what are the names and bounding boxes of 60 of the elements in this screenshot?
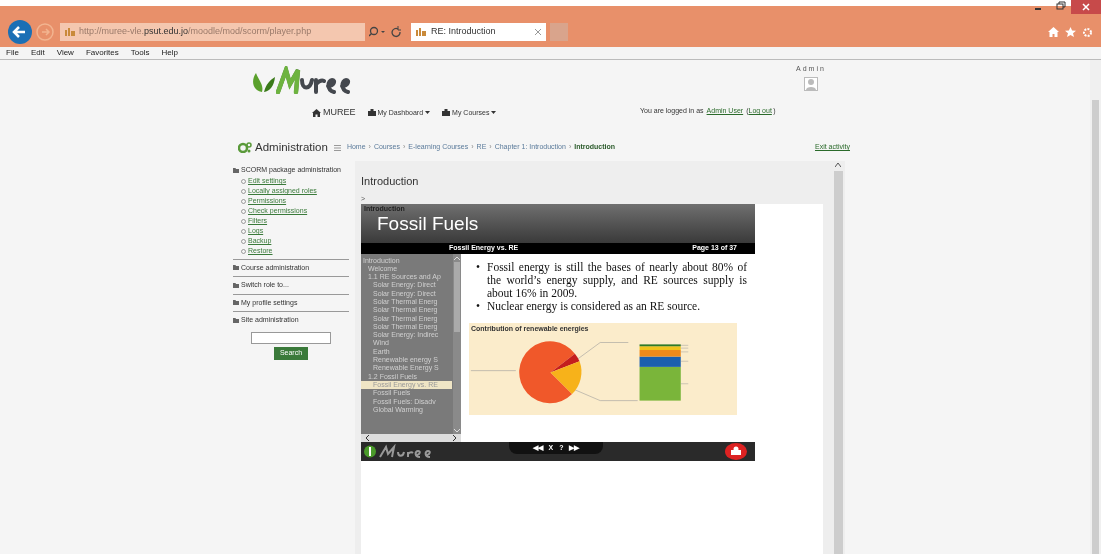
page-heading: Administration (255, 139, 328, 155)
site-icon (64, 27, 76, 37)
caret-icon (491, 111, 497, 115)
folder-icon (233, 265, 239, 271)
gears-icon (238, 142, 252, 153)
folder-icon (233, 317, 239, 323)
back-button[interactable] (8, 20, 32, 44)
home-icon[interactable] (1048, 27, 1059, 37)
leader-line (573, 388, 638, 401)
tab-title: RE: Introduction (431, 25, 497, 39)
menu-item[interactable]: Help (161, 47, 178, 59)
menu-item[interactable]: Favorites (85, 47, 119, 59)
circle-icon (241, 219, 246, 224)
home-icon (312, 108, 321, 117)
circle-icon (241, 249, 246, 254)
menu-icon[interactable] (333, 144, 341, 151)
circle-icon (241, 209, 246, 214)
folder-icon (233, 167, 239, 173)
star-icon[interactable] (1065, 27, 1076, 37)
briefcase-icon (367, 109, 376, 117)
scroll-down-icon[interactable] (454, 428, 460, 433)
bullet-icon: • (476, 260, 480, 300)
circle-icon (241, 179, 246, 184)
close-icon[interactable] (534, 28, 542, 36)
nav-link[interactable]: MUREE (312, 106, 356, 120)
menu-item[interactable]: View (56, 47, 74, 59)
content-scrollbar[interactable] (833, 161, 843, 554)
scroll-right-icon[interactable] (453, 434, 457, 441)
folder-icon (233, 300, 239, 306)
briefcase-icon (442, 109, 451, 117)
browser-tab[interactable]: RE: Introduction (411, 23, 546, 41)
bullet-icon: • (476, 299, 480, 313)
scroll-left-icon[interactable] (365, 434, 369, 441)
circle-icon (241, 229, 246, 234)
close-window-button[interactable] (1071, 0, 1101, 14)
leader-line (680, 383, 689, 384)
scroll-up-icon[interactable] (835, 163, 841, 167)
search-field[interactable] (251, 331, 331, 344)
search-refresh-icon[interactable] (369, 26, 403, 38)
content-title: Introduction (361, 174, 419, 189)
circle-icon (241, 239, 246, 244)
page-scrollbar[interactable] (1090, 60, 1101, 554)
leader-line (470, 369, 517, 371)
menu-item[interactable]: Edit (30, 47, 45, 59)
avatar-icon[interactable] (803, 76, 818, 91)
circle-icon (241, 189, 246, 194)
site-icon (415, 27, 427, 37)
slide-title: Fossil Fuels (377, 213, 479, 233)
exit-button[interactable] (725, 442, 747, 460)
menu-item[interactable]: File (6, 47, 19, 59)
bullet-text: Nuclear energy is considered as an RE source. (487, 299, 701, 313)
settings-icon[interactable] (1082, 26, 1093, 38)
address-bar[interactable]: http://muree-vle.psut.edu.jo/moodle/mod/scorm/player.php (60, 23, 365, 41)
leader-line (680, 360, 689, 361)
circle-icon (241, 199, 246, 204)
folder-icon (233, 282, 239, 288)
caret-icon (425, 111, 431, 115)
url-text: http://muree-vle.psut.edu.jo/moodle/mod/scorm/player.php (79, 25, 312, 39)
bullet-text: Fossil energy is still the bases of nearly about 80% of the world’s energy supply, and RE sources supply is about 16% in 2009. (487, 260, 747, 300)
menu-item[interactable]: Tools (130, 47, 150, 59)
